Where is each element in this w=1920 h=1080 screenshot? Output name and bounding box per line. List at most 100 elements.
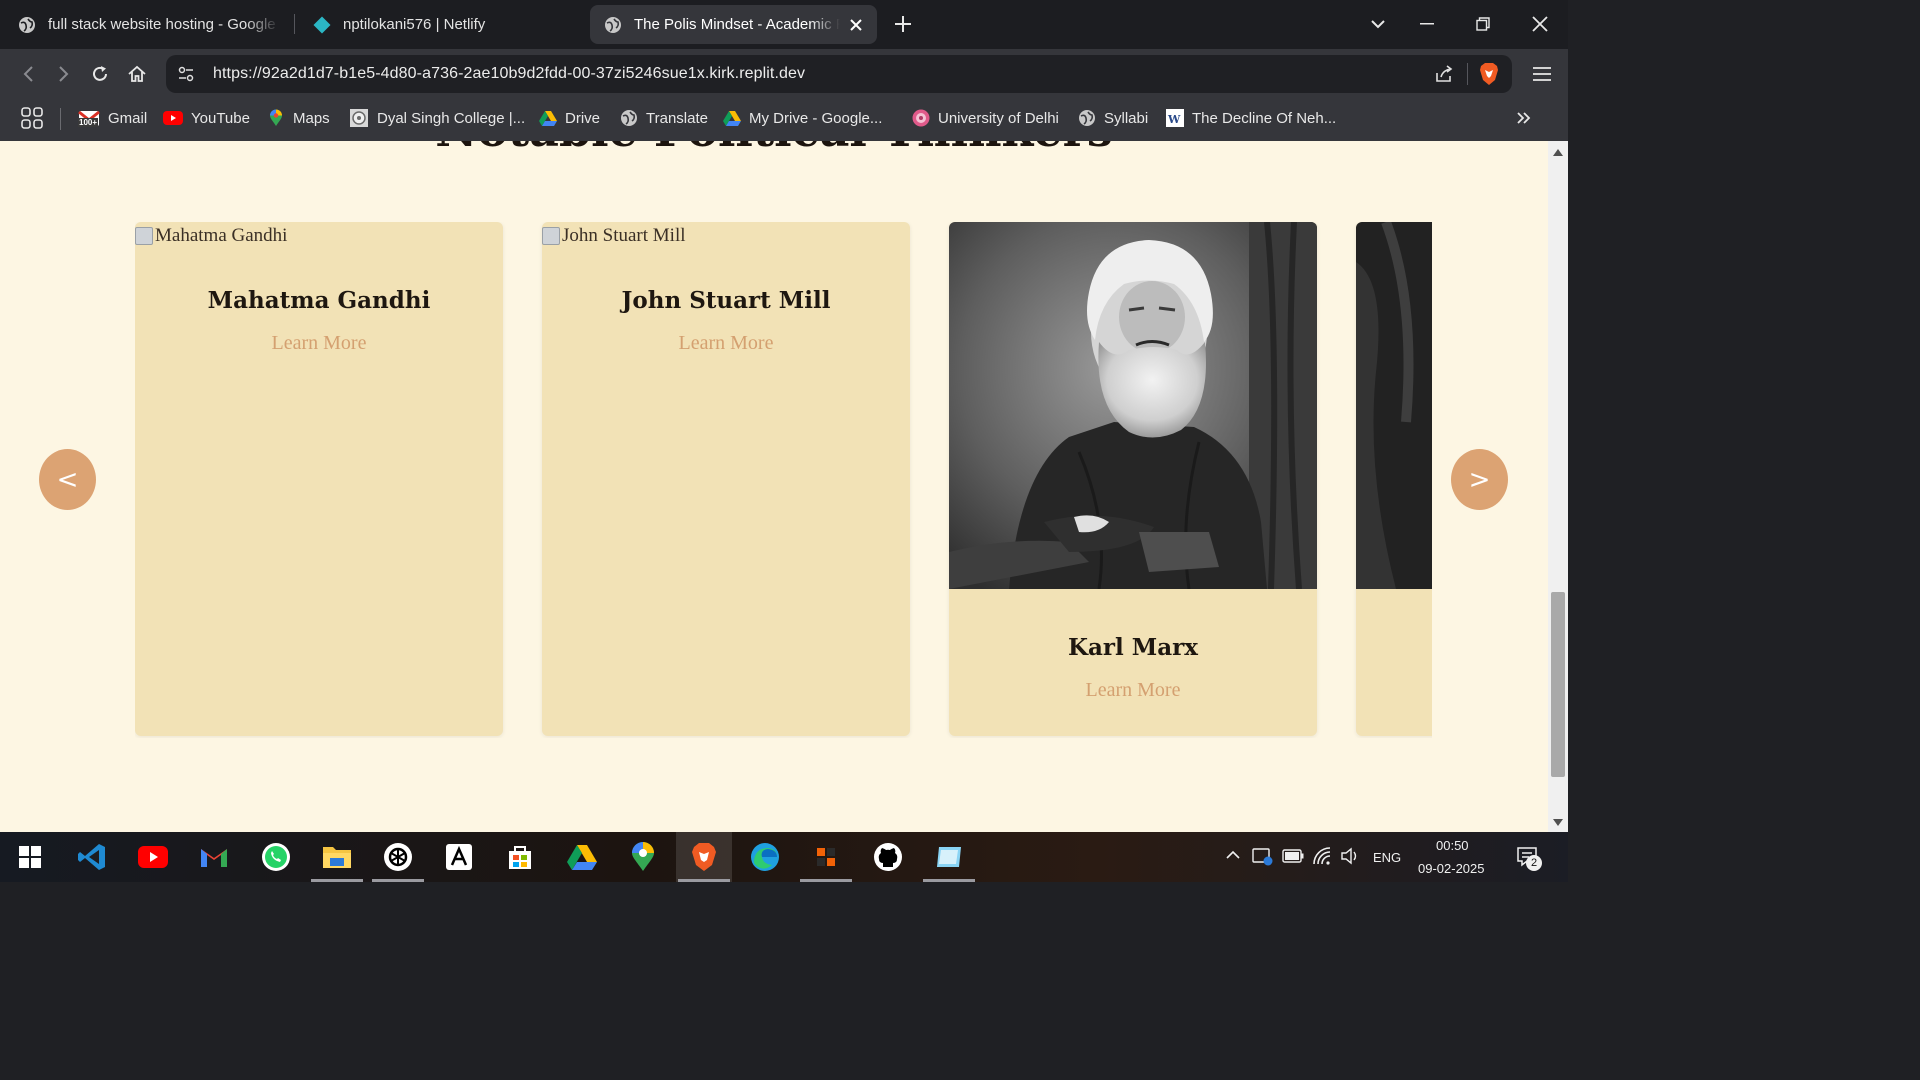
app-a-icon (446, 844, 472, 870)
youtube-icon (138, 846, 168, 868)
tab-polis-mindset[interactable]: The Polis Mindset - Academic R (590, 5, 877, 44)
edge-icon (751, 843, 779, 871)
restore-button[interactable] (1466, 9, 1500, 39)
bookmark-my-drive[interactable]: My Drive - Google... (723, 107, 882, 129)
thinker-portrait-partial (1356, 222, 1432, 589)
image-alt-text: John Stuart Mill (562, 225, 686, 246)
share-icon[interactable] (1434, 64, 1454, 84)
minimize-button[interactable] (1410, 9, 1444, 39)
taskbar-chatgpt[interactable] (370, 832, 426, 882)
tab-search-button[interactable] (1361, 9, 1395, 39)
tab-title: nptilokani576 | Netlify (343, 16, 486, 33)
taskbar-file-explorer[interactable] (309, 832, 365, 882)
broken-image: Mahatma Gandhi (135, 225, 287, 247)
address-bar[interactable]: https://92a2d1d7-b1e5-4d80-a736-2ae10b9d… (166, 55, 1512, 93)
bookmarks-bar: 100+ Gmail YouTube Maps Dyal Singh Colle… (0, 99, 1568, 141)
taskbar-gmail[interactable] (186, 832, 242, 882)
minimize-icon (1420, 23, 1434, 25)
start-button[interactable] (2, 832, 58, 882)
scroll-down-arrow-icon[interactable] (1553, 819, 1563, 826)
bookmark-syllabi[interactable]: Syllabi (1078, 107, 1148, 129)
bookmark-translate[interactable]: Translate (620, 107, 708, 129)
more-bookmarks-icon[interactable] (1516, 111, 1532, 125)
bookmark-maps[interactable]: Maps (267, 107, 330, 129)
language-indicator[interactable]: ENG (1373, 850, 1401, 865)
home-button[interactable] (123, 60, 151, 88)
globe-icon (19, 16, 35, 33)
close-window-button[interactable] (1523, 9, 1557, 39)
taskbar-app-a[interactable] (431, 832, 487, 882)
cloud-sync-icon[interactable] (1252, 846, 1274, 866)
bookmark-gmail[interactable]: 100+ Gmail (78, 107, 147, 129)
taskbar-orange-app[interactable] (798, 832, 854, 882)
learn-more-link[interactable]: Learn More (949, 679, 1317, 702)
svg-text:W: W (1167, 113, 1181, 126)
carousel-next-button[interactable]: > (1451, 449, 1508, 510)
bookmark-label: Dyal Singh College |... (377, 109, 526, 127)
wifi-icon[interactable] (1312, 846, 1334, 866)
carousel-prev-button[interactable]: < (39, 449, 96, 510)
taskbar-github[interactable] (860, 832, 916, 882)
restore-icon (1476, 17, 1490, 31)
taskbar-whatsapp[interactable] (248, 832, 304, 882)
scroll-up-arrow-icon[interactable] (1553, 149, 1563, 156)
url-text[interactable]: https://92a2d1d7-b1e5-4d80-a736-2ae10b9d… (213, 65, 805, 83)
clock-date[interactable]: 09-02-2025 (1418, 861, 1485, 876)
youtube-icon (163, 109, 183, 127)
forward-button[interactable] (50, 60, 78, 88)
broken-image-icon (135, 227, 153, 245)
whatsapp-icon (262, 843, 290, 871)
taskbar-brave[interactable] (676, 832, 732, 882)
bookmark-label: The Decline Of Neh... (1192, 109, 1337, 127)
tab-strip: full stack website hosting - Google S np… (0, 0, 1568, 49)
netlify-icon (313, 16, 331, 33)
tab-title: full stack website hosting - Google S (48, 16, 280, 33)
notification-center-button[interactable]: 2 (1516, 845, 1542, 871)
brave-shields-icon[interactable] (1478, 62, 1500, 86)
new-tab-icon[interactable] (893, 14, 913, 34)
reload-icon (93, 66, 107, 81)
thinker-name: Karl Marx (1068, 634, 1198, 661)
bookmark-university-of-delhi[interactable]: University of Delhi (912, 107, 1059, 129)
chatgpt-icon (384, 843, 412, 871)
windows-taskbar: ENG 00:50 09-02-2025 2 (0, 832, 1568, 882)
taskbar-google-maps[interactable] (615, 832, 671, 882)
google-maps-icon (632, 842, 654, 871)
page-scrollbar[interactable] (1548, 141, 1568, 832)
close-icon (1532, 16, 1548, 32)
tab-netlify[interactable]: nptilokani576 | Netlify (295, 5, 580, 44)
learn-more-link[interactable]: Learn More (542, 332, 910, 355)
battery-icon[interactable] (1282, 849, 1304, 863)
learn-more-link[interactable]: Learn More (135, 332, 503, 355)
taskbar-vscode[interactable] (64, 832, 120, 882)
close-tab-icon[interactable] (849, 18, 863, 32)
clock-time[interactable]: 00:50 (1436, 838, 1469, 853)
bookmark-label: My Drive - Google... (749, 109, 883, 127)
volume-icon[interactable] (1340, 847, 1360, 865)
scrollbar-thumb[interactable] (1551, 592, 1565, 777)
drive-icon (539, 109, 557, 127)
maps-icon (267, 109, 285, 127)
taskbar-google-drive[interactable] (554, 832, 610, 882)
apps-grid-icon[interactable] (21, 107, 43, 129)
site-settings-icon[interactable] (177, 65, 195, 83)
taskbar-notes[interactable] (921, 832, 977, 882)
arrow-right-icon (59, 66, 69, 82)
thinker-card-gandhi: Mahatma Gandhi Mahatma Gandhi Learn More (135, 222, 503, 736)
back-button[interactable] (14, 60, 42, 88)
bookmark-decline-of-nehru[interactable]: W The Decline Of Neh... (1166, 107, 1336, 129)
bookmark-youtube[interactable]: YouTube (163, 107, 250, 129)
bookmark-dyal-singh-college[interactable]: Dyal Singh College |... (349, 107, 525, 129)
thinkers-carousel: Mahatma Gandhi Mahatma Gandhi Learn More… (135, 222, 1432, 738)
bookmark-drive[interactable]: Drive (539, 107, 600, 129)
taskbar-youtube[interactable] (125, 832, 181, 882)
menu-button[interactable] (1528, 60, 1556, 88)
show-hidden-icons-icon[interactable] (1225, 850, 1241, 860)
bookmark-label: Drive (565, 109, 601, 127)
reload-button[interactable] (86, 60, 114, 88)
home-icon (128, 65, 146, 82)
college-icon (349, 109, 369, 127)
tab-google-search[interactable]: full stack website hosting - Google S (0, 5, 282, 44)
taskbar-edge[interactable] (737, 832, 793, 882)
taskbar-microsoft-store[interactable] (492, 832, 548, 882)
